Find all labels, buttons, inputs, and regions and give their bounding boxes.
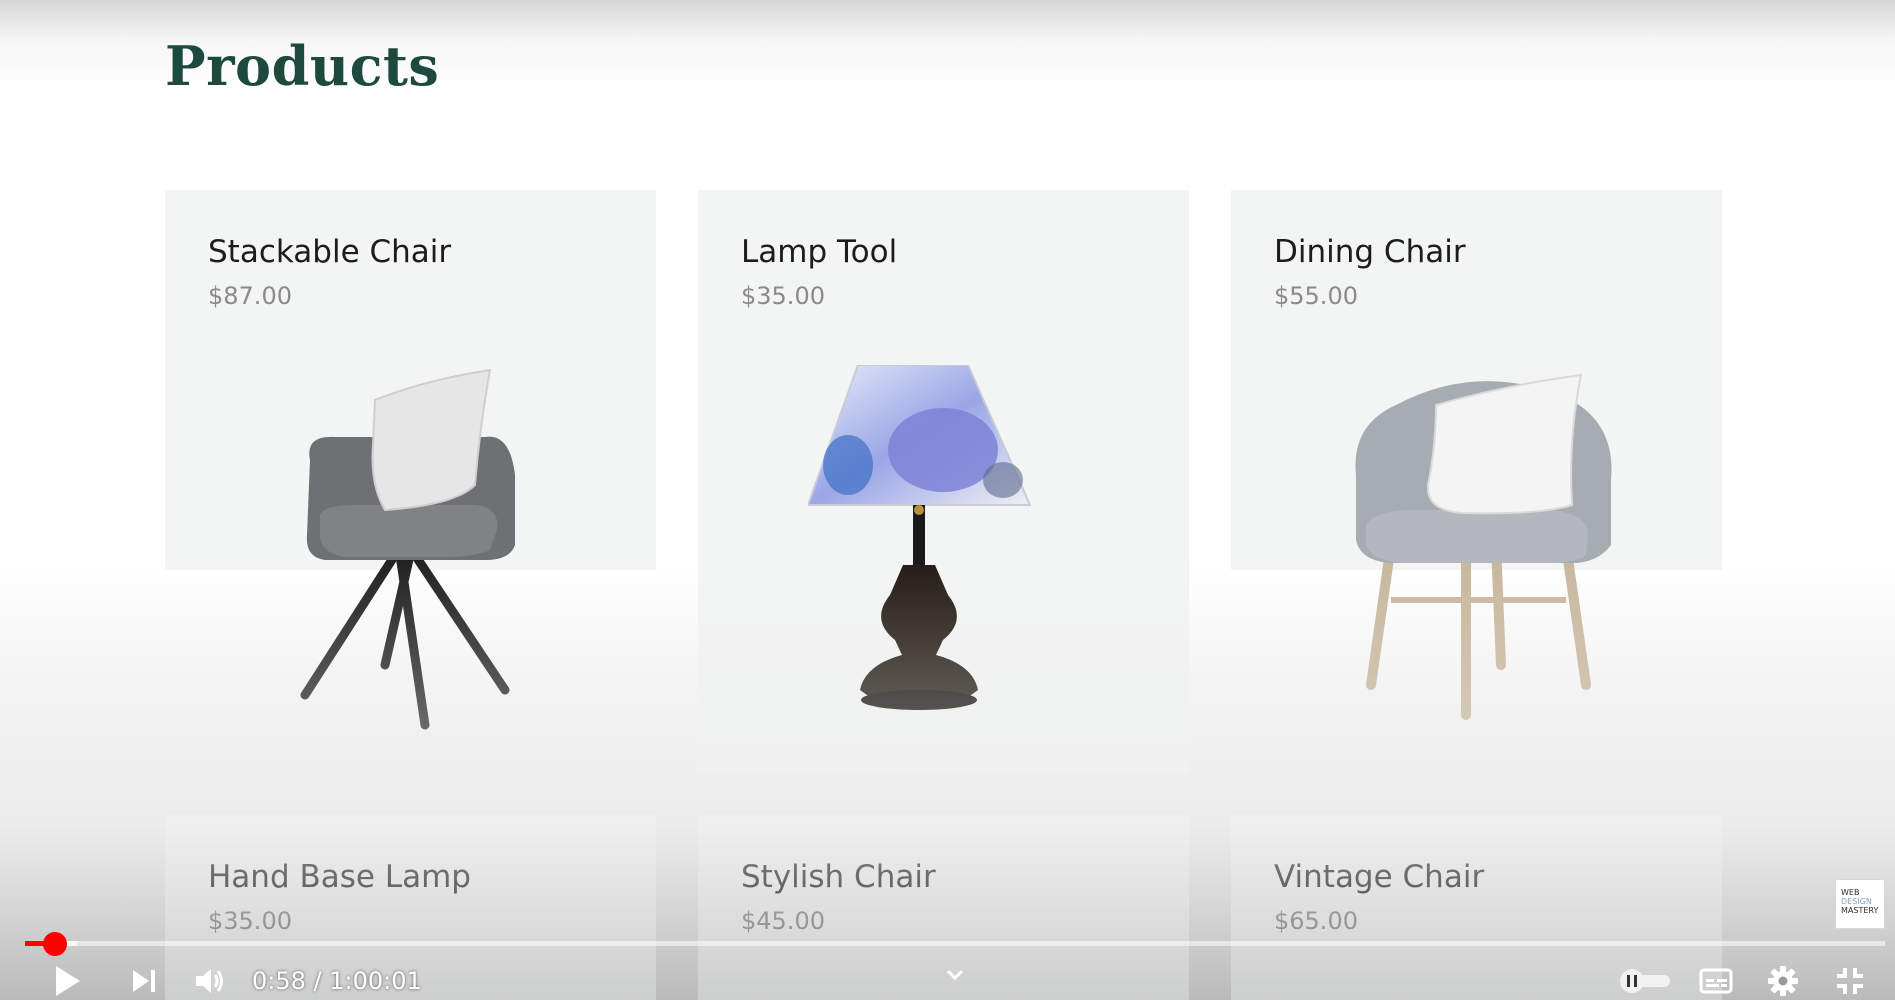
subtitles-icon (1699, 968, 1733, 994)
product-card[interactable]: Stackable Chair $87.00 (165, 190, 656, 730)
product-price: $65.00 (1274, 907, 1358, 935)
product-name: Lamp Tool (741, 234, 898, 270)
product-name: Stackable Chair (208, 234, 452, 270)
watermark-line: WEB (1841, 888, 1860, 897)
product-price: $55.00 (1274, 282, 1358, 310)
product-name: Hand Base Lamp (208, 859, 471, 895)
progress-scrubber[interactable] (42, 932, 67, 956)
watermark-line: DESIGN (1841, 897, 1872, 906)
chevron-down-icon (946, 969, 964, 981)
product-card[interactable]: Lamp Tool $35.00 (698, 190, 1189, 773)
exit-fullscreen-button[interactable] (1832, 964, 1868, 998)
time-display: 0:58 / 1:00:01 (252, 967, 422, 995)
video-frame[interactable]: Products Stackable Chair $87.00 Lamp Too… (0, 0, 1895, 1000)
product-name: Stylish Chair (741, 859, 936, 895)
progress-bar[interactable] (25, 932, 1885, 956)
next-button[interactable] (124, 962, 164, 1000)
product-price: $45.00 (741, 907, 825, 935)
watermark-line: MASTERY (1841, 906, 1879, 915)
product-name: Dining Chair (1274, 234, 1466, 270)
product-name: Vintage Chair (1274, 859, 1485, 895)
product-price: $35.00 (741, 282, 825, 310)
next-icon (133, 970, 155, 992)
channel-watermark[interactable]: WEB DESIGN MASTERY (1835, 879, 1885, 929)
volume-icon (196, 969, 223, 993)
play-button[interactable] (48, 962, 88, 1000)
play-icon (56, 966, 80, 996)
more-videos-button[interactable] (942, 962, 968, 988)
settings-icon (1768, 966, 1798, 996)
subtitles-button[interactable] (1697, 966, 1735, 996)
product-price: $35.00 (208, 907, 292, 935)
exit-fullscreen-icon (1837, 968, 1863, 994)
volume-button[interactable] (190, 962, 230, 1000)
autoplay-toggle[interactable] (1618, 966, 1674, 996)
autoplay-toggle-icon (1620, 969, 1670, 993)
product-price: $87.00 (208, 282, 292, 310)
product-card[interactable]: Dining Chair $55.00 (1231, 190, 1722, 720)
page-title: Products (165, 34, 440, 98)
settings-button[interactable] (1765, 964, 1801, 998)
